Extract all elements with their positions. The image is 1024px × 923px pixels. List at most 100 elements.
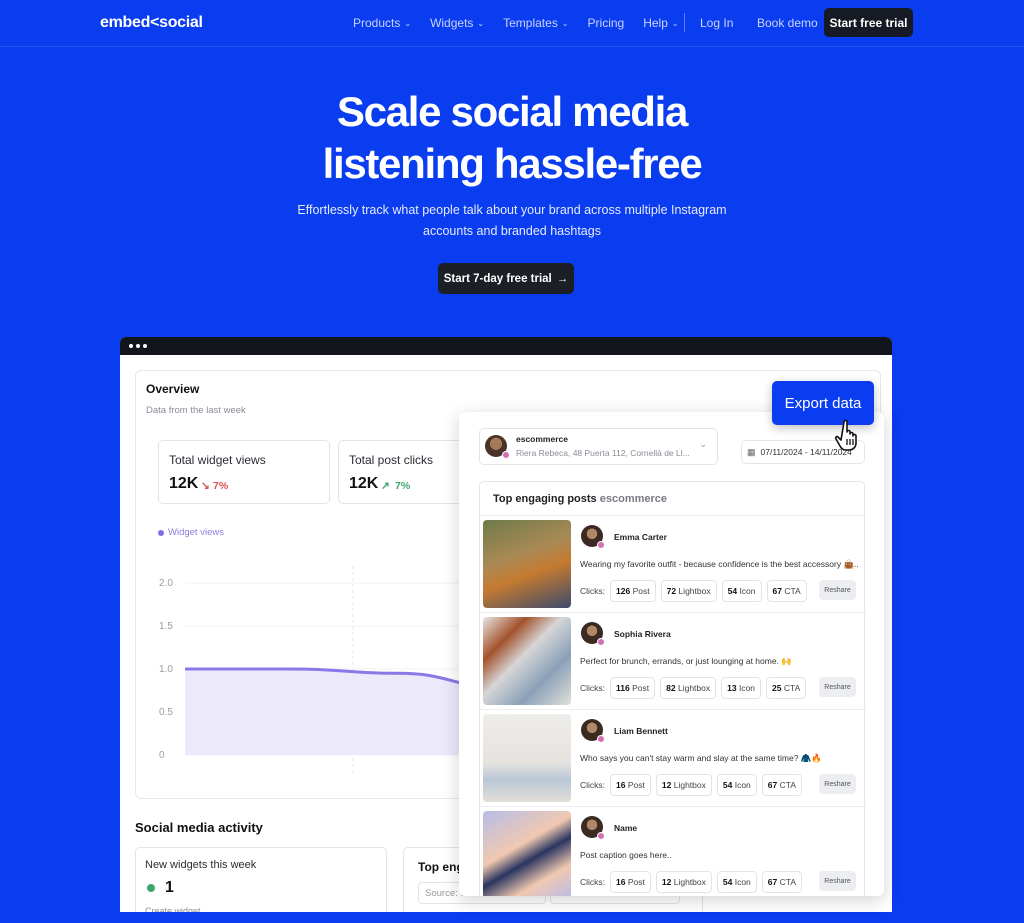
reshare-button[interactable]: Reshare bbox=[819, 677, 856, 697]
author-name: Name bbox=[614, 823, 638, 833]
top-posts-list: Top engaging posts escommerce Emma Carte… bbox=[479, 481, 866, 896]
account-select[interactable]: escommerce Riera Rebeca, 48 Puerta 112, … bbox=[479, 428, 718, 465]
post-caption: Who says you can't stay warm and slay at… bbox=[580, 753, 822, 763]
create-widget-link[interactable]: Create widget bbox=[145, 906, 201, 912]
legend-label: Widget views bbox=[168, 527, 224, 538]
reshare-button[interactable]: Reshare bbox=[819, 580, 856, 600]
chevron-down-icon: ⌄ bbox=[671, 18, 679, 28]
hand-pointer-icon bbox=[834, 419, 857, 451]
instagram-icon bbox=[597, 735, 605, 743]
post-thumbnail[interactable] bbox=[483, 617, 571, 705]
nav-products-label: Products bbox=[353, 16, 401, 30]
post-thumbnail[interactable] bbox=[483, 714, 571, 802]
post-row: Emma Carter Wearing my favorite outfit -… bbox=[480, 516, 866, 613]
chip-value: 116 bbox=[616, 683, 630, 693]
post-caption: Wearing my favorite outfit - because con… bbox=[580, 559, 859, 569]
clicks-row: Clicks: 16 Post 12 Lightbox 54 Icon 67 C… bbox=[580, 871, 803, 893]
social-media-activity-title: Social media activity bbox=[135, 820, 263, 835]
chip-value: 16 bbox=[616, 877, 626, 887]
login-link[interactable]: Log In bbox=[700, 16, 733, 30]
chip-post: 16 Post bbox=[610, 871, 651, 893]
post-thumbnail[interactable] bbox=[483, 811, 571, 896]
hero-subtitle-line2: accounts and branded hashtags bbox=[423, 224, 601, 238]
posts-title: Top engaging posts escommerce bbox=[493, 493, 667, 505]
post-row: Name Post caption goes here.. Clicks: 16… bbox=[480, 807, 866, 896]
reshare-button[interactable]: Reshare bbox=[819, 871, 856, 891]
hero-cta-label: Start 7-day free trial bbox=[443, 272, 552, 285]
nav-links: Products ⌄ Widgets ⌄ Templates ⌄ Pricing He… bbox=[353, 16, 698, 30]
instagram-icon bbox=[597, 541, 605, 549]
chip-label: Lightbox bbox=[673, 877, 706, 887]
browser-titlebar bbox=[120, 337, 892, 355]
chip-label: Lightbox bbox=[678, 586, 711, 596]
chip-value: 67 bbox=[767, 877, 778, 887]
arrow-right-icon: → bbox=[556, 272, 569, 285]
chevron-down-icon: ⌄ bbox=[561, 18, 569, 28]
embedsocial-logo[interactable]: embed<social bbox=[100, 14, 203, 32]
trend-down-icon: ↘ bbox=[201, 480, 210, 492]
post-row: Liam Bennett Who says you can't stay war… bbox=[480, 710, 866, 807]
stat-label: Total post clicks bbox=[349, 453, 434, 467]
y-tick-label: 0.5 bbox=[159, 707, 173, 718]
nav-widgets[interactable]: Widgets ⌄ bbox=[430, 16, 484, 30]
chip-lightbox: 82 Lightbox bbox=[660, 677, 717, 699]
y-tick-label: 1.5 bbox=[159, 621, 173, 632]
chip-icon: 54 Icon bbox=[721, 580, 762, 602]
chip-post: 126 Post bbox=[610, 580, 656, 602]
stat-total-widget-views: Total widget views 12K ↘ 7% bbox=[158, 440, 330, 504]
nav-templates[interactable]: Templates ⌄ bbox=[503, 16, 568, 30]
chip-lightbox: 72 Lightbox bbox=[660, 580, 717, 602]
nav-products[interactable]: Products ⌄ bbox=[353, 16, 411, 30]
author-name: Emma Carter bbox=[614, 532, 667, 542]
nav-help-label: Help bbox=[643, 16, 668, 30]
new-widgets-card: New widgets this week 1 Create widget bbox=[135, 847, 387, 912]
top-engaging-label: Top eng bbox=[418, 860, 464, 874]
chevron-down-icon: ⌄ bbox=[699, 439, 707, 449]
post-caption: Perfect for brunch, errands, or just lou… bbox=[580, 656, 792, 666]
chip-value: 72 bbox=[666, 586, 677, 596]
window-dot-icon bbox=[129, 344, 133, 348]
chip-value: 67 bbox=[767, 780, 778, 790]
instagram-icon bbox=[597, 832, 605, 840]
post-caption: Post caption goes here.. bbox=[580, 850, 672, 860]
stat-value: 12K bbox=[349, 475, 379, 492]
reshare-button[interactable]: Reshare bbox=[819, 774, 856, 794]
chip-label: Lightbox bbox=[673, 780, 706, 790]
nav-templates-label: Templates bbox=[503, 16, 558, 30]
chip-value: 126 bbox=[616, 586, 631, 596]
author-name: Liam Bennett bbox=[614, 726, 668, 736]
nav-pricing[interactable]: Pricing bbox=[588, 16, 625, 30]
chip-label: Icon bbox=[739, 586, 756, 596]
chip-post: 116 Post bbox=[610, 677, 656, 699]
trend-up-icon: ↗ bbox=[381, 480, 390, 492]
overview-subtitle: Data from the last week bbox=[146, 405, 246, 416]
chip-value: 67 bbox=[772, 586, 782, 596]
status-dot-icon bbox=[147, 884, 155, 892]
hero-subtitle: Effortlessly track what people talk abou… bbox=[262, 200, 762, 242]
hero-title-line1: Scale social media bbox=[336, 88, 688, 135]
chip-label: CTA bbox=[779, 877, 797, 887]
account-address: Riera Rebeca, 48 Puerta 112, Cornellà de… bbox=[516, 448, 690, 458]
chip-value: 13 bbox=[727, 683, 737, 693]
stat-change: 7% bbox=[395, 480, 411, 492]
chip-cta: 67 CTA bbox=[766, 580, 807, 602]
chip-value: 54 bbox=[727, 586, 738, 596]
clicks-label: Clicks: bbox=[580, 683, 606, 693]
chip-value: 12 bbox=[661, 877, 672, 887]
nav-divider bbox=[684, 13, 685, 32]
post-thumbnail[interactable] bbox=[483, 520, 571, 608]
start-free-trial-button[interactable]: Start free trial bbox=[824, 8, 913, 37]
stat-label: Total widget views bbox=[169, 453, 266, 467]
chip-label: CTA bbox=[779, 780, 797, 790]
clicks-label: Clicks: bbox=[580, 780, 606, 790]
book-demo-link[interactable]: Book demo bbox=[757, 16, 818, 30]
nav-help[interactable]: Help ⌄ bbox=[643, 16, 678, 30]
chip-value: 12 bbox=[661, 780, 672, 790]
hero-title-line2: listening hassle-free bbox=[322, 140, 703, 187]
calendar-icon: ▦ bbox=[747, 446, 756, 457]
hero-title: Scale social media listening hassle-free bbox=[0, 86, 1024, 190]
post-row: Sophia Rivera Perfect for brunch, errand… bbox=[480, 613, 866, 710]
chip-label: CTA bbox=[784, 586, 801, 596]
chip-cta: 67 CTA bbox=[761, 871, 803, 893]
start-7-day-trial-button[interactable]: Start 7-day free trial → bbox=[438, 263, 574, 294]
